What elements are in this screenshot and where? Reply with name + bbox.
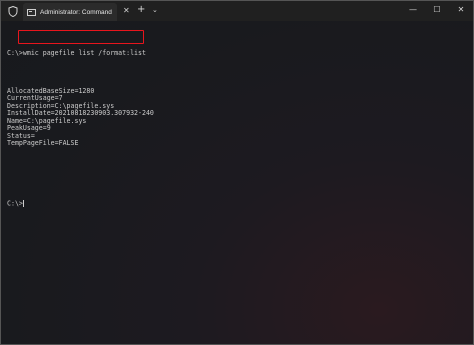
terminal-output[interactable]: C:\>wmic pagefile list /format:list Allo… (7, 27, 467, 223)
minimize-button[interactable]: — (403, 4, 423, 16)
tab-command-prompt[interactable]: Administrator: Command Prom (23, 3, 117, 21)
terminal-icon (27, 8, 36, 16)
command-highlight-box (18, 30, 144, 44)
output-line: PeakUsage=9 (7, 124, 51, 132)
prompt-text: C:\> (7, 199, 23, 208)
close-window-button[interactable]: ✕ (451, 4, 471, 16)
prompt-line: C:\> (7, 200, 467, 208)
output-line: Name=C:\pagefile.sys (7, 116, 87, 125)
text-cursor (22, 200, 24, 207)
tab-title: Administrator: Command Prom (40, 8, 112, 16)
chevron-down-icon[interactable]: ⌄ (152, 5, 158, 15)
terminal-window: Administrator: Command Prom ✕ + ⌄ — ☐ ✕ … (0, 0, 474, 345)
output-block: AllocatedBaseSize=1280 CurrentUsage=7 Desc… (7, 73, 467, 186)
maximize-button[interactable]: ☐ (427, 4, 447, 16)
title-bar[interactable]: Administrator: Command Prom ✕ + ⌄ — ☐ ✕ (1, 1, 473, 21)
output-line: TempPageFile=FALSE (7, 139, 79, 147)
output-line: AllocatedBaseSize=1280 (7, 86, 95, 95)
new-tab-button[interactable]: + (137, 4, 145, 16)
command-line: C:\>wmic pagefile list /format:list (7, 49, 146, 57)
close-tab-icon[interactable]: ✕ (123, 6, 130, 16)
shield-icon (7, 5, 19, 17)
